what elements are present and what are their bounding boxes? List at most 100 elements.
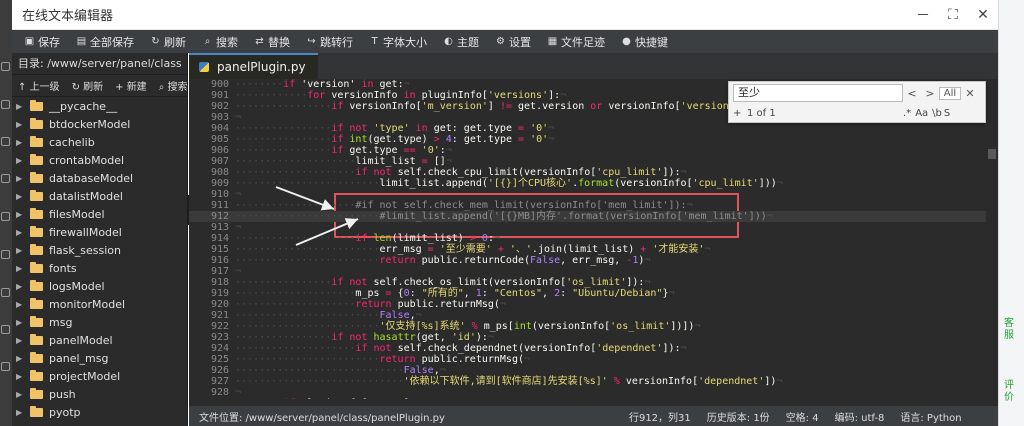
sidebar-action-3[interactable]: ⌕ 搜索 bbox=[159, 78, 188, 93]
toolbar-font-size-button[interactable]: T 字体大小 bbox=[369, 34, 427, 50]
code-line[interactable]: 925 ························return public… bbox=[189, 354, 986, 365]
folder-item[interactable]: ▶ panelModel bbox=[12, 331, 187, 349]
toolbar-save-button[interactable]: ▣ 保存 bbox=[24, 34, 60, 50]
chevron-right-icon[interactable]: ▶ bbox=[16, 102, 30, 111]
chevron-right-icon[interactable]: ▶ bbox=[16, 282, 30, 291]
code-line[interactable]: 909 ························limit_list.ap… bbox=[189, 178, 986, 189]
chevron-right-icon[interactable]: ▶ bbox=[16, 192, 30, 201]
folder-item[interactable]: ▶ crontabModel bbox=[12, 151, 187, 169]
history-versions[interactable]: 历史版本: 1份 bbox=[707, 409, 770, 424]
chevron-right-icon[interactable]: ▶ bbox=[16, 246, 30, 255]
code-line[interactable]: 923 ················if not hasattr(get, '… bbox=[189, 332, 986, 343]
case-toggle[interactable]: Aa bbox=[915, 108, 928, 119]
code-area[interactable]: 900 ········if 'version' in get:¬ 901 ·····… bbox=[189, 79, 986, 399]
chevron-right-icon[interactable]: ▶ bbox=[16, 210, 30, 219]
chevron-right-icon[interactable]: ▶ bbox=[16, 138, 30, 147]
sidebar-action-0[interactable]: ↑ 上一级 bbox=[18, 78, 60, 93]
toolbar-refresh-button[interactable]: ↻ 刷新 bbox=[150, 34, 186, 50]
find-prev-button[interactable]: < bbox=[903, 87, 921, 100]
folder-item[interactable]: ▶ filesModel bbox=[12, 205, 187, 223]
folder-item[interactable]: ▶ fonts bbox=[12, 259, 187, 277]
toolbar-file-history-button[interactable]: ▦ 文件足迹 bbox=[547, 34, 605, 50]
toolbar-replace-button[interactable]: ⇄ 替换 bbox=[254, 34, 290, 50]
code-line[interactable]: 916 ························return public… bbox=[189, 255, 986, 266]
find-input[interactable]: 至少 bbox=[733, 84, 903, 102]
folder-item[interactable]: ▶ panel_msg bbox=[12, 349, 187, 367]
chevron-right-icon[interactable]: ▶ bbox=[16, 390, 30, 399]
code-line[interactable]: 921 ························False,¬ bbox=[189, 310, 986, 321]
code-line[interactable]: 911 ····················#if not self.chec… bbox=[189, 200, 986, 211]
code-line[interactable]: 924 ····················if not self.check… bbox=[189, 343, 986, 354]
indent-setting[interactable]: 空格: 4 bbox=[786, 409, 819, 424]
code-line[interactable]: 929········if pluginInfo['type'] != 5:¬ bbox=[189, 398, 986, 399]
vertical-scrollbar[interactable] bbox=[986, 79, 998, 399]
chevron-right-icon[interactable]: ▶ bbox=[16, 120, 30, 129]
find-next-button[interactable]: > bbox=[921, 87, 939, 100]
folder-item[interactable]: ▶ cachelib bbox=[12, 133, 187, 151]
code-line[interactable]: 904 ················if not 'type' in get:… bbox=[189, 123, 986, 134]
review-tag[interactable]: 评价 bbox=[1004, 380, 1022, 404]
code-line[interactable]: 915 ························err_msg = '至少… bbox=[189, 244, 986, 255]
code-line[interactable]: 913 ¬ bbox=[189, 222, 986, 233]
expand-replace-button[interactable]: + bbox=[733, 108, 747, 119]
minimize-button[interactable]: － bbox=[908, 5, 938, 25]
folder-item[interactable]: ▶ __pycache__ bbox=[12, 97, 187, 115]
tab-panelPlugin[interactable]: panelPlugin.py bbox=[189, 53, 318, 79]
chevron-right-icon[interactable]: ▶ bbox=[16, 318, 30, 327]
folder-item[interactable]: ▶ push bbox=[12, 385, 187, 403]
chevron-right-icon[interactable]: ▶ bbox=[16, 300, 30, 309]
language-setting[interactable]: 语言: Python bbox=[900, 409, 961, 424]
chevron-right-icon[interactable]: ▶ bbox=[16, 336, 30, 345]
chevron-right-icon[interactable]: ▶ bbox=[16, 228, 30, 237]
sidebar-action-2[interactable]: + 新建 bbox=[115, 78, 147, 93]
code-line[interactable]: 912 ························#limit_list.a… bbox=[189, 211, 986, 222]
regex-toggle[interactable]: .* bbox=[903, 108, 911, 119]
folder-item[interactable]: ▶ firewallModel bbox=[12, 223, 187, 241]
folder-item[interactable]: ▶ btdockerModel bbox=[12, 115, 187, 133]
scrollbar-thumb[interactable] bbox=[988, 149, 996, 159]
code-line[interactable]: 928 ¬ bbox=[189, 387, 986, 398]
folder-item[interactable]: ▶ flask_session bbox=[12, 241, 187, 259]
code-line[interactable]: 927 ····························'依赖以下软件,请… bbox=[189, 376, 986, 387]
code-line[interactable]: 907 ····················limit_list = []¬ bbox=[189, 156, 986, 167]
code-line[interactable]: 906 ················if get.type == '0':¬ bbox=[189, 145, 986, 156]
toolbar-settings-button[interactable]: ⚙ 设置 bbox=[495, 34, 531, 50]
find-all-button[interactable]: All bbox=[939, 86, 961, 100]
code-line[interactable]: 908 ····················if not self.check… bbox=[189, 167, 986, 178]
folder-item[interactable]: ▶ logsModel bbox=[12, 277, 187, 295]
support-tag[interactable]: 客服 bbox=[1004, 318, 1022, 342]
word-toggle[interactable]: \b bbox=[932, 108, 942, 119]
chevron-right-icon[interactable]: ▶ bbox=[16, 174, 30, 183]
code-line[interactable]: 905 ················if int(get.type) > 4:… bbox=[189, 134, 986, 145]
toolbar-search-button[interactable]: ⌕ 搜索 bbox=[202, 34, 238, 50]
code-line[interactable]: 922 ························'仅支持[%s]系统' %… bbox=[189, 321, 986, 332]
chevron-right-icon[interactable]: ▶ bbox=[16, 372, 30, 381]
folder-item[interactable]: ▶ datalistModel bbox=[12, 187, 187, 205]
folder-item[interactable]: ▶ projectModel bbox=[12, 367, 187, 385]
code-line[interactable]: 914 ····················if len(limit_list… bbox=[189, 233, 986, 244]
code-line[interactable]: 920 ····················return public.ret… bbox=[189, 299, 986, 310]
code-line[interactable]: 918 ················if not self.check_os_… bbox=[189, 277, 986, 288]
chevron-right-icon[interactable]: ▶ bbox=[16, 156, 30, 165]
find-close-button[interactable]: ✕ bbox=[961, 87, 979, 100]
toolbar-goto-line-button[interactable]: ↪ 跳转行 bbox=[306, 34, 353, 50]
close-button[interactable]: ✕ bbox=[968, 7, 998, 23]
chevron-right-icon[interactable]: ▶ bbox=[16, 354, 30, 363]
folder-item[interactable]: ▶ msg bbox=[12, 313, 187, 331]
code-line[interactable]: 919 ····················m_ps = {0: "所有的",… bbox=[189, 288, 986, 299]
toolbar-save-all-button[interactable]: ▤ 全部保存 bbox=[76, 34, 134, 50]
toolbar-shortcuts-button[interactable]: ● 快捷键 bbox=[621, 34, 668, 50]
code-line[interactable]: 926 ····························False,¬ bbox=[189, 365, 986, 376]
folder-item[interactable]: ▶ monitorModel bbox=[12, 295, 187, 313]
sidebar-action-1[interactable]: ↻ 刷新 bbox=[72, 78, 104, 93]
encoding-setting[interactable]: 编码: utf-8 bbox=[835, 409, 885, 424]
chevron-right-icon[interactable]: ▶ bbox=[16, 408, 30, 417]
folder-item[interactable]: ▶ databaseModel bbox=[12, 169, 187, 187]
folder-item[interactable]: ▶ pyotp bbox=[12, 403, 187, 421]
code-line[interactable]: 917 ¬ bbox=[189, 266, 986, 277]
maximize-button[interactable]: ⛶ bbox=[938, 7, 968, 23]
code-line[interactable]: 910 ¬ bbox=[189, 189, 986, 200]
selection-toggle[interactable]: S bbox=[944, 108, 950, 119]
chevron-right-icon[interactable]: ▶ bbox=[16, 264, 30, 273]
toolbar-theme-button[interactable]: ◐ 主题 bbox=[443, 34, 479, 50]
